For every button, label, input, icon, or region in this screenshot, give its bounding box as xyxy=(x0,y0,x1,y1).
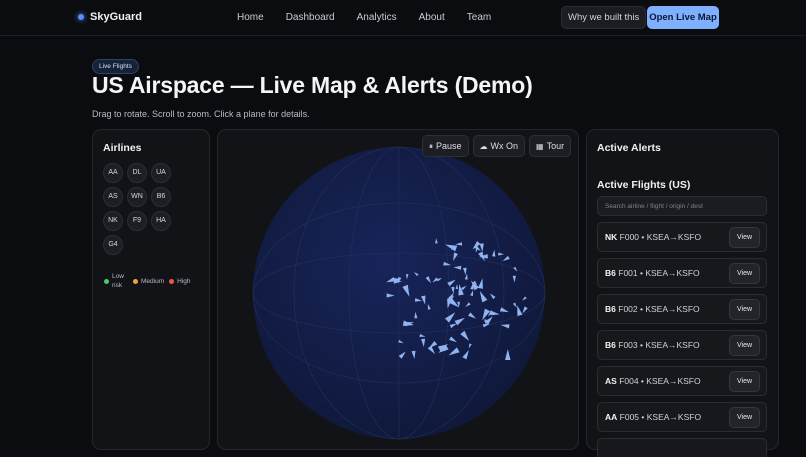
flight-row[interactable]: AA F005 • KSEA→KSFO View xyxy=(597,402,767,432)
flight-row[interactable]: AS F004 • KSEA→KSFO View xyxy=(597,366,767,396)
airline-chip-ha[interactable]: HA xyxy=(151,211,171,231)
nav-analytics[interactable]: Analytics xyxy=(357,12,397,23)
brand-logo[interactable]: SkyGuard xyxy=(78,11,142,23)
risk-legend: Low risk Medium High xyxy=(104,272,191,290)
pause-button[interactable]: ⏸ Pause xyxy=(422,135,469,157)
airline-chip-grid: AA DL UA AS WN B6 NK F9 HA G4 xyxy=(103,163,171,255)
flight-row[interactable]: B6 F002 • KSEA→KSFO View xyxy=(597,294,767,324)
tour-icon: ▦ xyxy=(536,142,544,151)
flight-row[interactable]: B6 F001 • KSEA→KSFO View xyxy=(597,258,767,288)
legend-high: High xyxy=(169,277,191,285)
airline-chip-aa[interactable]: AA xyxy=(103,163,123,183)
globe-canvas[interactable] xyxy=(218,130,579,450)
airline-chip-b6[interactable]: B6 xyxy=(151,187,171,207)
nav-team[interactable]: Team xyxy=(467,12,491,23)
airline-chip-f9[interactable]: F9 xyxy=(127,211,147,231)
live-map-panel[interactable] xyxy=(217,129,579,450)
weather-toggle-button[interactable]: ☁ Wx On xyxy=(472,135,526,157)
flight-list: NK F000 • KSEA→KSFO View B6 F001 • KSEA→K… xyxy=(597,222,767,457)
view-flight-button[interactable]: View xyxy=(729,299,760,320)
flight-row[interactable]: B6 F003 • KSEA→KSFO View xyxy=(597,330,767,360)
open-live-map-button[interactable]: Open Live Map xyxy=(647,6,719,29)
airline-chip-ua[interactable]: UA xyxy=(151,163,171,183)
flight-row[interactable]: NK F000 • KSEA→KSFO View xyxy=(597,222,767,252)
nav-about[interactable]: About xyxy=(419,12,445,23)
brand-dot-icon xyxy=(78,14,84,20)
legend-medium: Medium xyxy=(133,278,164,285)
page-subtitle: Drag to rotate. Scroll to zoom. Click a … xyxy=(92,109,310,119)
low-risk-dot-icon xyxy=(104,278,109,284)
page-title: US Airspace — Live Map & Alerts (Demo) xyxy=(92,72,533,98)
why-we-built-this-button[interactable]: Why we built this xyxy=(561,6,647,29)
airline-chip-as[interactable]: AS xyxy=(103,187,123,207)
view-flight-button[interactable]: View xyxy=(729,371,760,392)
nav-home[interactable]: Home xyxy=(237,12,264,23)
active-flights-title: Active Flights (US) xyxy=(597,179,691,191)
legend-low: Low risk xyxy=(104,272,128,290)
airline-chip-dl[interactable]: DL xyxy=(127,163,147,183)
pause-icon: ⏸ xyxy=(429,142,433,151)
airline-chip-g4[interactable]: G4 xyxy=(103,235,123,255)
medium-risk-dot-icon xyxy=(133,278,138,284)
tour-button[interactable]: ▦ Tour xyxy=(529,135,572,157)
cloud-icon: ☁ xyxy=(479,142,488,151)
high-risk-dot-icon xyxy=(169,278,175,284)
airline-chip-nk[interactable]: NK xyxy=(103,211,123,231)
airlines-title: Airlines xyxy=(103,142,142,154)
flight-row-partial xyxy=(597,438,767,457)
legend-high-label: High xyxy=(177,277,191,285)
legend-low-label: Low risk xyxy=(112,273,124,289)
main-nav: Home Dashboard Analytics About Team xyxy=(237,12,513,23)
map-controls: ⏸ Pause ☁ Wx On ▦ Tour xyxy=(422,135,572,157)
nav-dashboard[interactable]: Dashboard xyxy=(286,12,335,23)
view-flight-button[interactable]: View xyxy=(729,335,760,356)
view-flight-button[interactable]: View xyxy=(729,227,760,248)
legend-medium-label: Medium xyxy=(141,277,165,285)
active-alerts-title: Active Alerts xyxy=(597,142,661,154)
airline-chip-wn[interactable]: WN xyxy=(127,187,147,207)
view-flight-button[interactable]: View xyxy=(729,263,760,284)
view-flight-button[interactable]: View xyxy=(729,407,760,428)
brand-name: SkyGuard xyxy=(90,11,142,23)
flight-search-input[interactable] xyxy=(597,196,767,216)
